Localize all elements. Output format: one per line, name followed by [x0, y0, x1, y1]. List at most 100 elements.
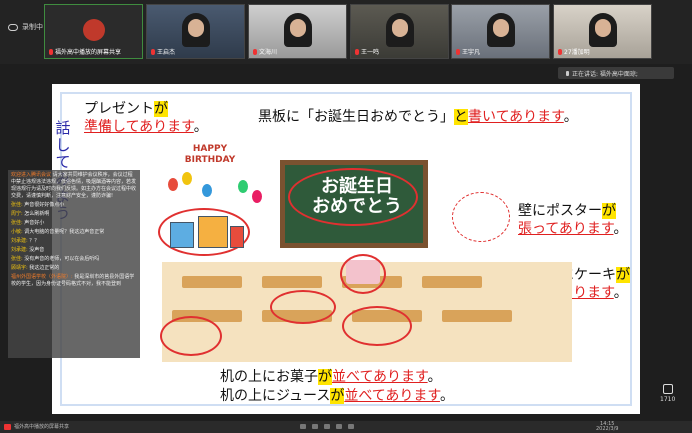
wall-line-1: 壁にポスターが — [518, 200, 616, 220]
particle-ga: が — [602, 203, 616, 219]
balloon — [202, 184, 212, 197]
bottom-bar: 福外高中播放的屏幕共享 14:15 2022/3/9 — [0, 421, 692, 433]
juice-highlight — [342, 306, 412, 346]
like-button[interactable]: 1710 — [660, 384, 675, 403]
mic-off-icon — [456, 48, 460, 55]
particle-ga: が — [330, 388, 345, 404]
desk — [262, 276, 322, 288]
microphone-icon — [566, 70, 569, 76]
gift-box — [198, 216, 228, 248]
cake-highlight — [340, 254, 386, 294]
sweets-text: 机の上にお菓子 — [220, 369, 318, 385]
juice-verb: 並べてあります — [344, 388, 440, 404]
desk — [442, 310, 512, 322]
particle-to: と — [454, 109, 468, 125]
tray-icon[interactable] — [348, 424, 354, 429]
top-bar: 录制中 福外高中播放的屏幕共享 王启杰 文海川 王一鸣 王宇凡 27潘加明 — [0, 0, 692, 64]
shared-slide: プレゼントが 準備してあります。 黒板に「お誕生日おめでとう」と書いてあります。… — [52, 84, 640, 414]
avatar — [83, 19, 105, 41]
present-text: プレゼント — [84, 101, 154, 117]
drinks-highlight — [160, 316, 222, 356]
juice-text: 机の上にジュース — [220, 388, 331, 404]
tray-icon[interactable] — [312, 424, 318, 429]
clock-date: 2022/3/9 — [596, 426, 619, 432]
present-verb: 準備してあります — [84, 119, 194, 135]
participant-tile[interactable]: 王宇凡 — [451, 4, 550, 59]
board-sentence: 黒板に「お誕生日おめでとう」と書いてあります。 — [258, 106, 578, 126]
sweets-highlight — [270, 290, 336, 324]
period: 。 — [439, 388, 454, 404]
particle-ga: が — [616, 267, 630, 283]
video-feed — [487, 13, 515, 47]
chat-message: 张佳: 声音很好好像点小 — [11, 202, 65, 208]
tray-icon[interactable] — [336, 424, 342, 429]
period: 。 — [427, 369, 442, 385]
speaking-indicator: 正在讲话: 福外高中面琼; — [558, 67, 674, 79]
period: 。 — [613, 221, 628, 237]
chat-message: 欢迎进入腾讯会议 请大家共同维护会议秩序，会议过程中禁止违规违法违规，低俗色情，… — [11, 172, 137, 199]
video-feed — [589, 13, 617, 47]
present-line-2: 準備してあります。 — [84, 116, 208, 136]
participant-tile[interactable]: 福外高中播放的屏幕共享 — [44, 4, 143, 59]
clock: 14:15 2022/3/9 — [596, 422, 618, 432]
thumbs-up-icon — [662, 384, 673, 394]
video-feed — [182, 13, 210, 47]
recording-indicator[interactable]: 录制中 — [8, 22, 43, 32]
tray-icon[interactable] — [324, 424, 330, 429]
participant-name: 王宇凡 — [462, 49, 481, 56]
participant-name: 福外高中播放的屏幕共享 — [55, 49, 122, 56]
desk — [182, 276, 242, 288]
wall-line-2: 張ってあります。 — [518, 218, 627, 238]
chat-message: 刘承建: 没声音 — [11, 247, 45, 253]
chat-message: 顾靖宇: 我这边正常的 — [11, 265, 60, 271]
chat-message: 福州外国语学校（外语院）: 我是深圳市的莒县外国语学校的学生，因为身份证号码格式… — [11, 274, 135, 287]
participant-tile[interactable]: 王启杰 — [146, 4, 245, 59]
happy-birthday-banner: HAPPY BIRTHDAY — [184, 144, 236, 165]
chat-message: 张佳: 没有声音的老师，可以在会后听吗 — [11, 256, 100, 262]
participant-tile[interactable]: 王一鸣 — [350, 4, 449, 59]
chat-message: 小敏: 调大电脑的音量呢？我这边声音正常 — [11, 229, 105, 235]
juice-sentence: 机の上にジュースが並べてあります。 — [220, 385, 454, 405]
particle-ga: が — [318, 369, 332, 385]
mic-off-icon — [49, 48, 53, 55]
period: 。 — [563, 109, 578, 125]
chat-message: 周宁: 怎么刷新啊 — [11, 211, 50, 217]
board-verb: 書いてあります — [468, 109, 564, 125]
participant-tile[interactable]: 27潘加明 — [553, 4, 652, 59]
share-label: 福外高中播放的屏幕共享 — [14, 424, 70, 430]
mic-off-icon — [355, 48, 359, 55]
participant-name: 王启杰 — [157, 49, 176, 56]
participant-name: 文海川 — [259, 49, 278, 56]
recording-label: 录制中 — [22, 23, 43, 31]
gift-box — [170, 222, 194, 248]
tray-icon[interactable] — [300, 424, 306, 429]
speaker-label: 正在讲话: 福外高中面琼; — [572, 70, 638, 78]
period: 。 — [193, 119, 208, 135]
chat-message: 张佳: 声音好小 — [11, 220, 45, 226]
chat-overlay[interactable]: 欢迎进入腾讯会议 请大家共同维护会议秩序，会议过程中禁止违规违法违规，低俗色情，… — [8, 170, 140, 358]
wall-text: 壁にポスター — [518, 203, 602, 219]
present-line-1: プレゼントが — [84, 98, 168, 118]
balloon — [168, 178, 178, 191]
balloon — [238, 180, 248, 193]
chat-message: 刘承建: ？？ — [11, 238, 40, 244]
system-tray — [300, 424, 354, 429]
video-feed — [386, 13, 414, 47]
participant-tile[interactable]: 文海川 — [248, 4, 347, 59]
sweets-sentence: 机の上にお菓子が並べてあります。 — [220, 366, 442, 386]
board-highlight — [288, 168, 418, 226]
mic-off-icon — [253, 48, 257, 55]
balloon — [252, 190, 262, 203]
video-feed — [284, 13, 312, 47]
participant-name: 27潘加明 — [564, 49, 590, 56]
poster — [452, 192, 510, 242]
wall-verb: 張ってあります — [518, 221, 614, 237]
particle-ga: が — [154, 101, 168, 117]
participant-name: 王一鸣 — [361, 49, 380, 56]
share-screen-icon — [4, 423, 11, 430]
mic-off-icon — [151, 48, 155, 55]
screen-share-indicator[interactable]: 福外高中播放的屏幕共享 — [4, 423, 69, 430]
period: 。 — [613, 285, 628, 301]
desk — [422, 276, 482, 288]
like-count: 1710 — [660, 396, 676, 403]
